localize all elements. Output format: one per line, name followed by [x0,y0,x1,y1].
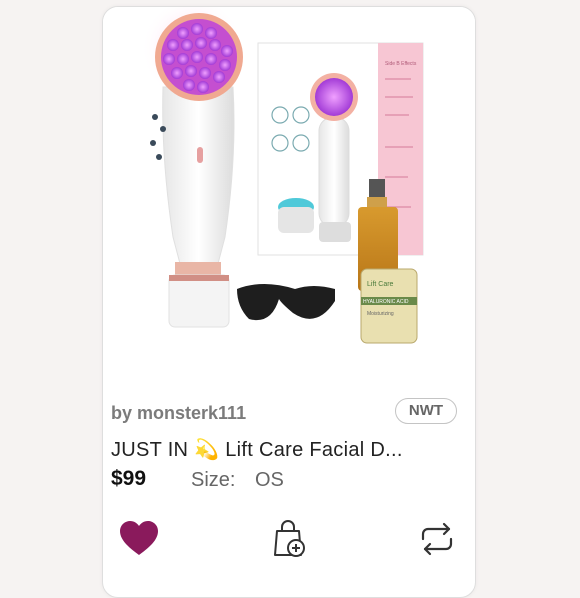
listing-card[interactable]: Side B Effects Lift Care HYALURONIC ACID… [102,6,476,598]
seller-name[interactable]: by monsterk111 [111,403,246,424]
bundle-button[interactable] [267,517,311,561]
serum-label: Lift Care [367,281,394,288]
share-button[interactable] [415,517,459,561]
action-bar [103,517,475,567]
serum-band: HYALURONIC ACID [363,299,409,305]
listing-title[interactable]: JUST IN 💫 Lift Care Facial D... [111,437,403,462]
product-photo[interactable]: Side B Effects Lift Care HYALURONIC ACID… [103,7,475,385]
shopping-bag-plus-icon [274,520,305,557]
like-button[interactable] [117,517,161,561]
price: $99 [111,467,147,490]
product-photo-art: Side B Effects Lift Care HYALURONIC ACID… [141,7,424,344]
size-label: Size: [191,469,236,491]
condition-badge: NWT [395,398,457,424]
share-arrows-icon [421,522,453,556]
box-side-text: Side B Effects [385,61,417,67]
size-value: OS [255,469,284,491]
serum-sub: Moisturizing [367,311,394,317]
heart-icon [120,521,158,555]
